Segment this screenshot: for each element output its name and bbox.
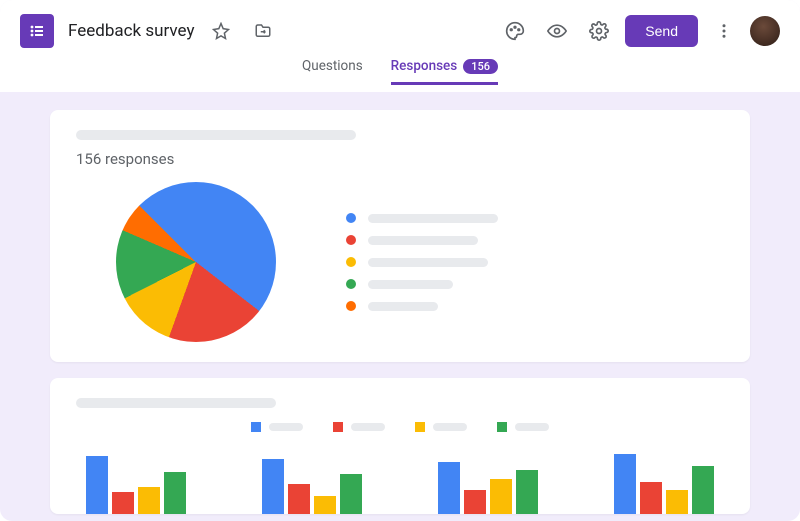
pie-chart <box>116 182 276 342</box>
blue-legend-square-icon <box>251 422 261 432</box>
pie-legend-item <box>346 235 498 245</box>
bar <box>112 492 134 514</box>
forms-logo-icon[interactable] <box>20 14 54 48</box>
responses-count-badge: 156 <box>463 59 498 74</box>
more-menu-icon[interactable] <box>708 15 740 47</box>
legend-label-placeholder <box>368 236 478 245</box>
bar <box>464 490 486 514</box>
green-legend-square-icon <box>497 422 507 432</box>
topbar-row: Feedback survey <box>0 0 800 54</box>
tab-questions[interactable]: Questions <box>302 58 363 85</box>
bar <box>516 470 538 514</box>
question-title-placeholder <box>76 130 356 140</box>
content-area: 156 responses <box>0 92 800 514</box>
pie-legend-item <box>346 279 498 289</box>
responses-count-text: 156 responses <box>76 150 724 168</box>
settings-gear-icon[interactable] <box>583 15 615 47</box>
legend-label-placeholder <box>368 258 488 267</box>
pie-legend <box>346 213 498 311</box>
star-icon[interactable] <box>205 15 237 47</box>
green-legend-dot-icon <box>346 279 356 289</box>
bar <box>138 487 160 514</box>
blue-legend-dot-icon <box>346 213 356 223</box>
tabs: Questions Responses 156 <box>0 54 800 86</box>
topbar: Feedback survey <box>0 0 800 92</box>
bar-legend-item <box>415 422 467 432</box>
pie-legend-item <box>346 301 498 311</box>
orange-legend-dot-icon <box>346 301 356 311</box>
legend-label-placeholder <box>269 423 303 431</box>
form-title[interactable]: Feedback survey <box>68 21 195 41</box>
bar-chart <box>76 444 724 514</box>
preview-eye-icon[interactable] <box>541 15 573 47</box>
bar-chart-card <box>50 378 750 514</box>
bar-legend-item <box>497 422 549 432</box>
question-title-placeholder <box>76 398 276 408</box>
move-to-folder-icon[interactable] <box>247 15 279 47</box>
pie-chart-row <box>76 182 724 342</box>
bar-group <box>438 462 538 514</box>
pie-legend-item <box>346 213 498 223</box>
legend-label-placeholder <box>368 280 453 289</box>
app-window: Feedback survey <box>0 0 800 521</box>
legend-label-placeholder <box>368 302 438 311</box>
bar <box>340 474 362 514</box>
tab-responses-label: Responses <box>391 58 458 74</box>
bar-group <box>262 459 362 514</box>
legend-label-placeholder <box>515 423 549 431</box>
legend-label-placeholder <box>433 423 467 431</box>
yellow-legend-square-icon <box>415 422 425 432</box>
bar <box>86 456 108 514</box>
bar-group <box>614 454 714 514</box>
bar <box>666 490 688 514</box>
bar <box>288 484 310 514</box>
bar <box>164 472 186 514</box>
palette-icon[interactable] <box>499 15 531 47</box>
bar <box>438 462 460 514</box>
summary-card: 156 responses <box>50 110 750 362</box>
legend-label-placeholder <box>351 423 385 431</box>
pie-legend-item <box>346 257 498 267</box>
tab-responses[interactable]: Responses 156 <box>391 58 498 85</box>
bar-group <box>86 456 186 514</box>
user-avatar[interactable] <box>750 16 780 46</box>
bar <box>614 454 636 514</box>
red-legend-square-icon <box>333 422 343 432</box>
legend-label-placeholder <box>368 214 498 223</box>
bar-legend-item <box>333 422 385 432</box>
bar-legend <box>76 422 724 432</box>
bar <box>692 466 714 514</box>
yellow-legend-dot-icon <box>346 257 356 267</box>
bar <box>640 482 662 514</box>
send-button[interactable]: Send <box>625 15 698 47</box>
bar <box>490 479 512 514</box>
bar-legend-item <box>251 422 303 432</box>
bar <box>314 496 336 514</box>
red-legend-dot-icon <box>346 235 356 245</box>
bar <box>262 459 284 514</box>
tab-questions-label: Questions <box>302 58 363 74</box>
